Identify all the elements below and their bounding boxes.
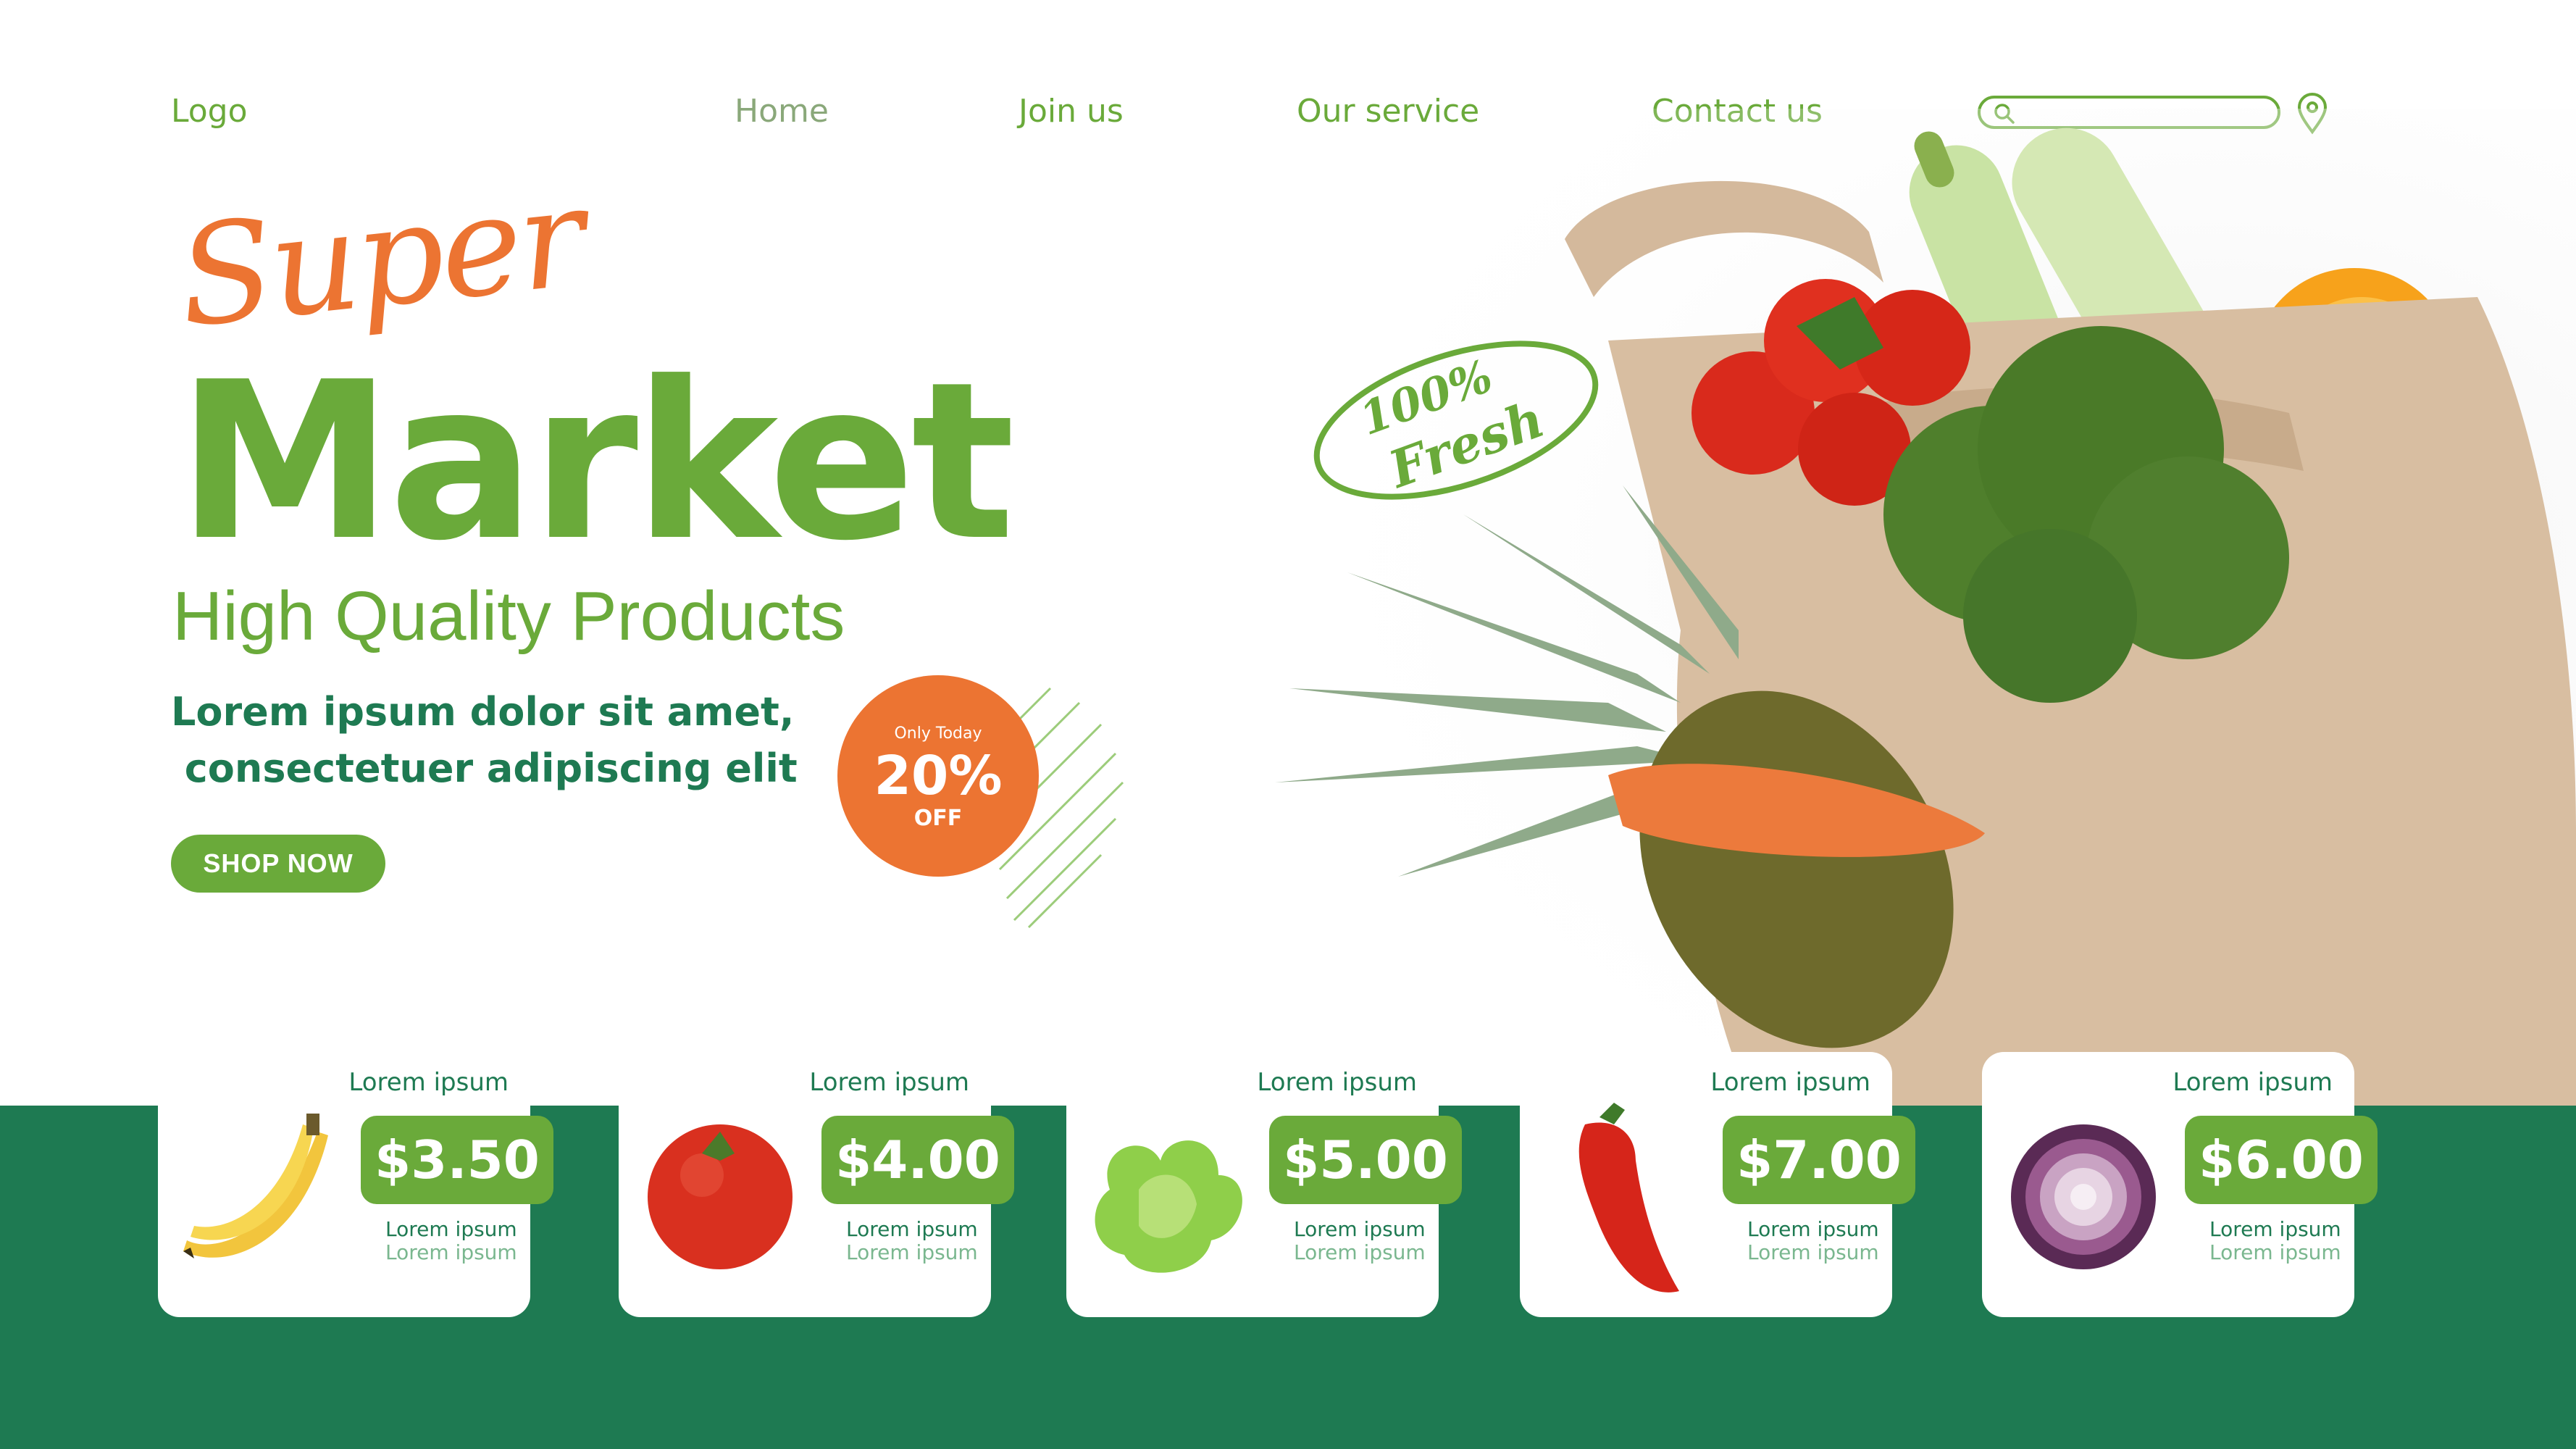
product-subtitle-secondary: Lorem ipsum (2209, 1240, 2341, 1264)
product-subtitle-secondary: Lorem ipsum (385, 1240, 517, 1264)
lettuce-icon (1095, 1140, 1242, 1273)
product-price: $3.50 (361, 1116, 553, 1204)
product-price: $5.00 (1269, 1116, 1462, 1204)
product-card-lettuce[interactable]: Lorem ipsum $5.00 Lorem ipsum Lorem ipsu… (1066, 1052, 1462, 1317)
product-subtitle-secondary: Lorem ipsum (1747, 1240, 1879, 1264)
product-subtitle: Lorem ipsum (1294, 1217, 1426, 1241)
shop-now-button[interactable]: SHOP NOW (171, 835, 385, 893)
tomato-icon (648, 1124, 793, 1269)
product-subtitle: Lorem ipsum (2209, 1217, 2341, 1241)
hero-description: Lorem ipsum dolor sit amet, consectetuer… (171, 684, 798, 797)
product-price: $6.00 (2185, 1116, 2378, 1204)
discount-percent: 20% (874, 745, 1003, 807)
product-card-onion[interactable]: Lorem ipsum $6.00 Lorem ipsum Lorem ipsu… (1982, 1052, 2378, 1317)
pepper-icon (1578, 1103, 1679, 1293)
nav-join-us[interactable]: Join us (1019, 93, 1124, 130)
product-card-tomato[interactable]: Lorem ipsum $4.00 Lorem ipsum Lorem ipsu… (619, 1052, 1014, 1317)
product-subtitle: Lorem ipsum (1747, 1217, 1879, 1241)
product-name: Lorem ipsum (1257, 1068, 1417, 1097)
product-subtitle: Lorem ipsum (846, 1217, 978, 1241)
discount-off: OFF (913, 806, 963, 831)
hero-desc-line2: consectetuer adipiscing elit (171, 746, 798, 791)
product-subtitle-secondary: Lorem ipsum (846, 1240, 978, 1264)
grocery-bag-illustration (1159, 109, 2576, 1108)
product-name: Lorem ipsum (348, 1068, 509, 1097)
product-card-pepper[interactable]: Lorem ipsum $7.00 Lorem ipsum Lorem ipsu… (1520, 1052, 1915, 1317)
product-card-banana[interactable]: Lorem ipsum $3.50 Lorem ipsum Lorem ipsu… (158, 1052, 553, 1317)
fresh-stamp: 100% Fresh (1313, 341, 1599, 500)
banana-icon (183, 1114, 328, 1258)
product-price: $7.00 (1723, 1116, 1915, 1204)
discount-badge[interactable]: Only Today 20% OFF (837, 675, 1039, 877)
product-subtitle-secondary: Lorem ipsum (1294, 1240, 1426, 1264)
hero-tagline: High Quality Products (172, 577, 845, 655)
hero-super: Super (171, 156, 590, 359)
logo[interactable]: Logo (171, 93, 248, 130)
product-subtitle: Lorem ipsum (385, 1217, 517, 1241)
product-name: Lorem ipsum (2173, 1068, 2333, 1097)
discount-label: Only Today (894, 724, 982, 743)
nav-home[interactable]: Home (735, 93, 829, 130)
hero-market: Market (177, 335, 1015, 588)
onion-icon (2011, 1124, 2156, 1269)
product-name: Lorem ipsum (1710, 1068, 1870, 1097)
product-name: Lorem ipsum (809, 1068, 969, 1097)
product-price: $4.00 (821, 1116, 1014, 1204)
hero-desc-line1: Lorem ipsum dolor sit amet, (171, 689, 795, 735)
